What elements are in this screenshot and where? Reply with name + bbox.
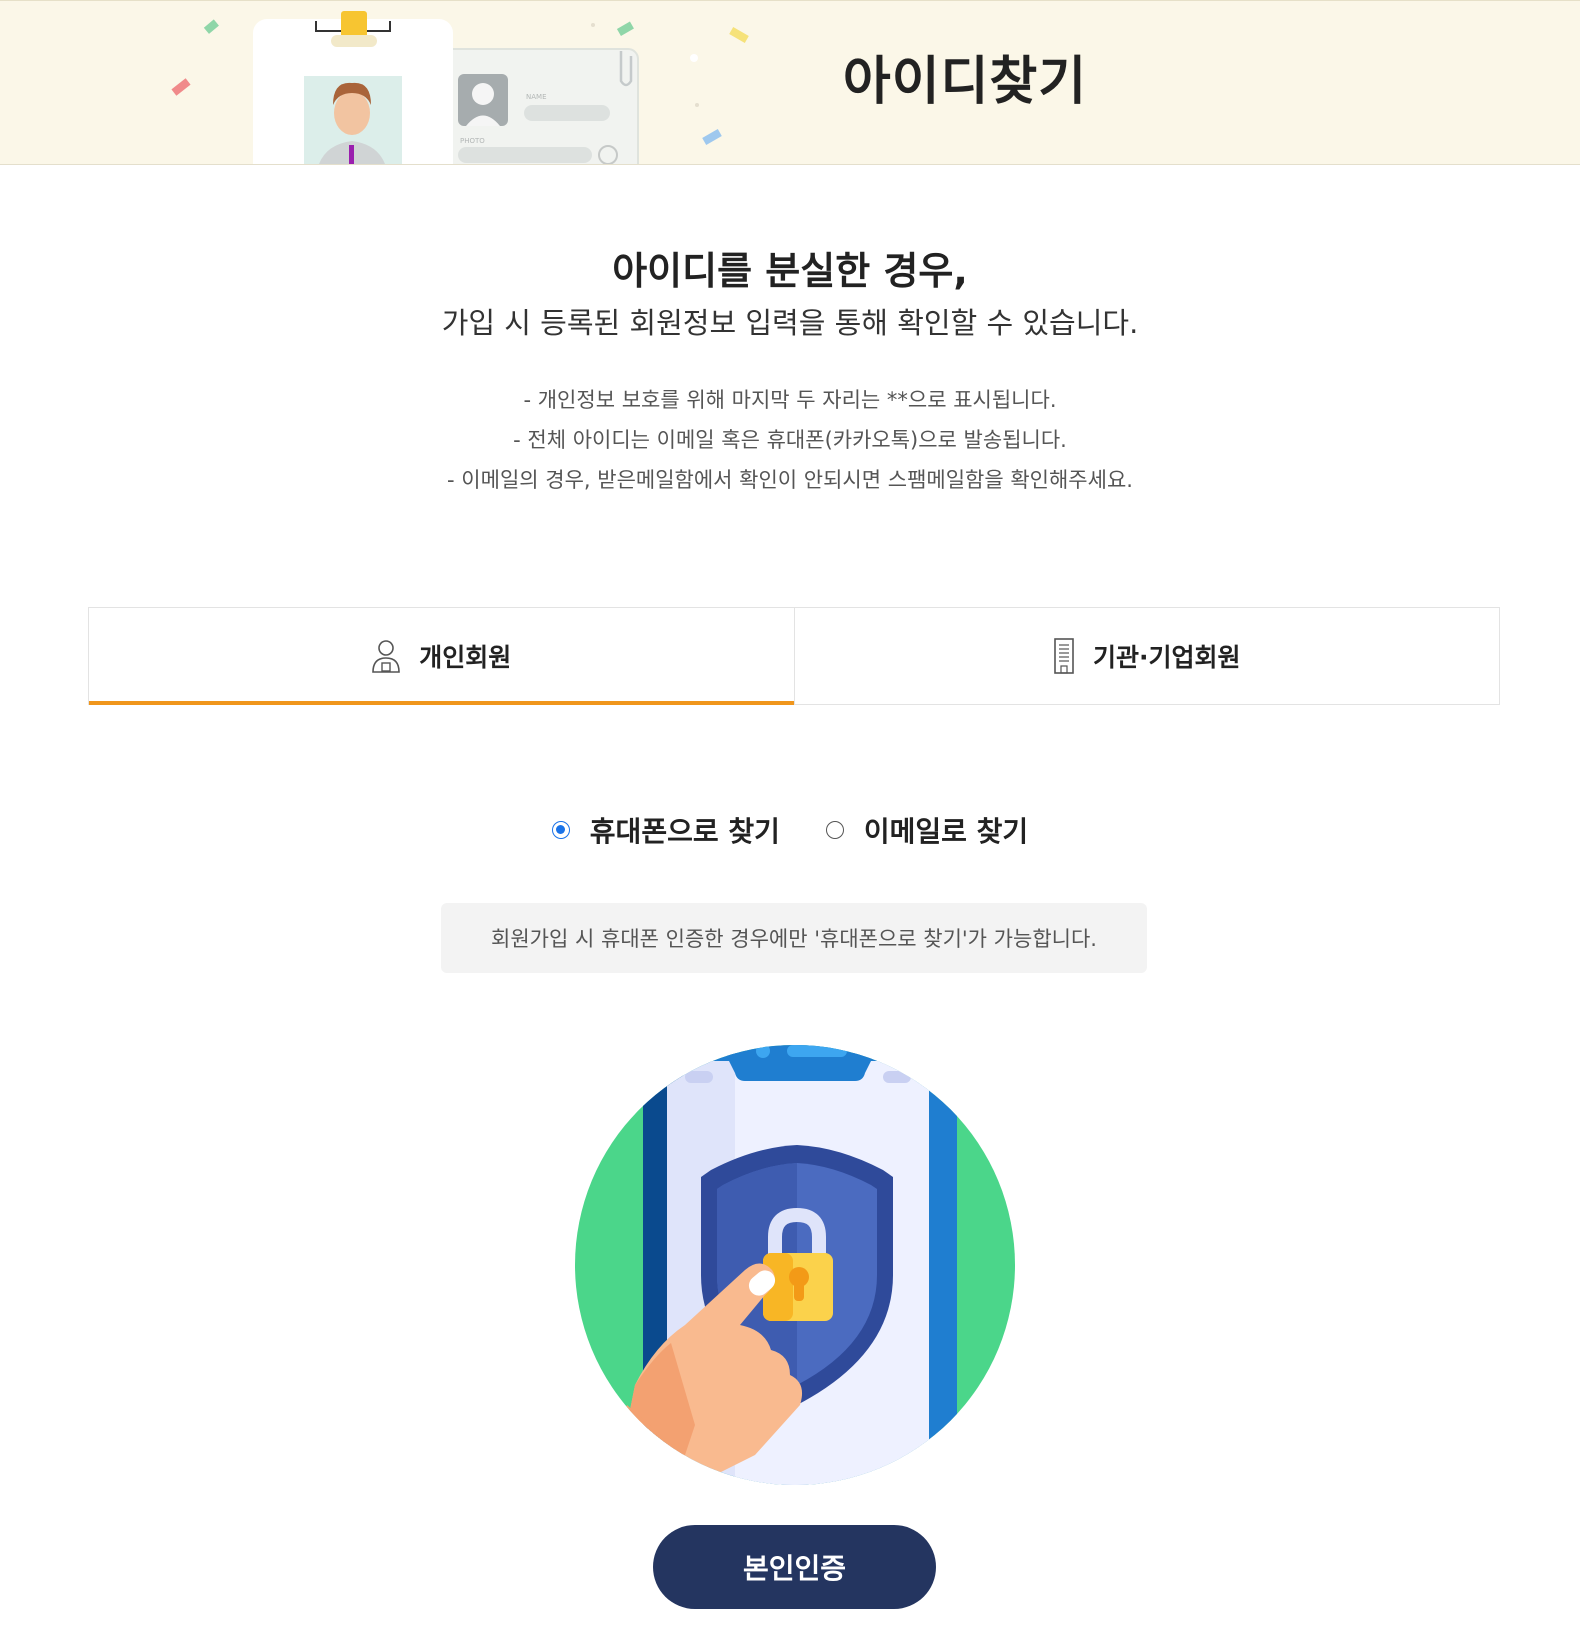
find-by-email-radio[interactable] [825,821,844,839]
page-banner: NAME PHOTO 아이디찾기 [0,0,1580,165]
page-title: 아이디찾기 [842,52,1088,112]
phone-verification-notice: 회원가입 시 휴대폰 인증한 경우에만 '휴대폰으로 찾기'가 가능합니다. [441,903,1147,973]
notice-item: - 이메일의 경우, 받은메일함에서 확인이 안되시면 스팸메일함을 확인해주세… [447,468,1133,492]
find-by-email-label: 이메일로 찾기 [863,815,1029,848]
member-type-tabs: 개인회원 기관·기업회원 [88,607,1500,705]
card-name-label: NAME [526,93,547,101]
find-by-phone-radio[interactable] [551,821,570,839]
find-by-email-option[interactable]: 이메일로 찾기 [825,810,1029,850]
building-icon [1053,637,1075,675]
phone-security-lock-illustration [575,1045,1015,1485]
person-icon [371,639,401,673]
tab-corporate-label: 기관·기업회원 [1093,643,1241,672]
identity-verification-button[interactable]: 본인인증 [653,1525,936,1609]
card-photo-label: PHOTO [460,137,485,145]
tab-individual-member[interactable]: 개인회원 [89,608,794,705]
find-by-phone-label: 휴대폰으로 찾기 [589,815,780,848]
id-card-illustration: NAME PHOTO [171,11,749,164]
notice-list: - 개인정보 보호를 위해 마지막 두 자리는 **으로 표시됩니다. - 전체… [0,380,1580,500]
find-method-radio-group: 휴대폰으로 찾기 이메일로 찾기 [0,810,1580,850]
tab-individual-label: 개인회원 [419,643,512,672]
intro-headline: 아이디를 분실한 경우, [612,249,968,293]
intro-subline: 가입 시 등록된 회원정보 입력을 통해 확인할 수 있습니다. [441,306,1139,340]
notice-item: - 개인정보 보호를 위해 마지막 두 자리는 **으로 표시됩니다. [523,388,1057,412]
tab-corporate-member[interactable]: 기관·기업회원 [793,608,1500,704]
find-by-phone-option[interactable]: 휴대폰으로 찾기 [551,810,780,850]
notice-item: - 전체 아이디는 이메일 혹은 휴대폰(카카오톡)으로 발송됩니다. [513,428,1067,452]
phone-verification-notice-text: 회원가입 시 휴대폰 인증한 경우에만 '휴대폰으로 찾기'가 가능합니다. [491,927,1097,951]
